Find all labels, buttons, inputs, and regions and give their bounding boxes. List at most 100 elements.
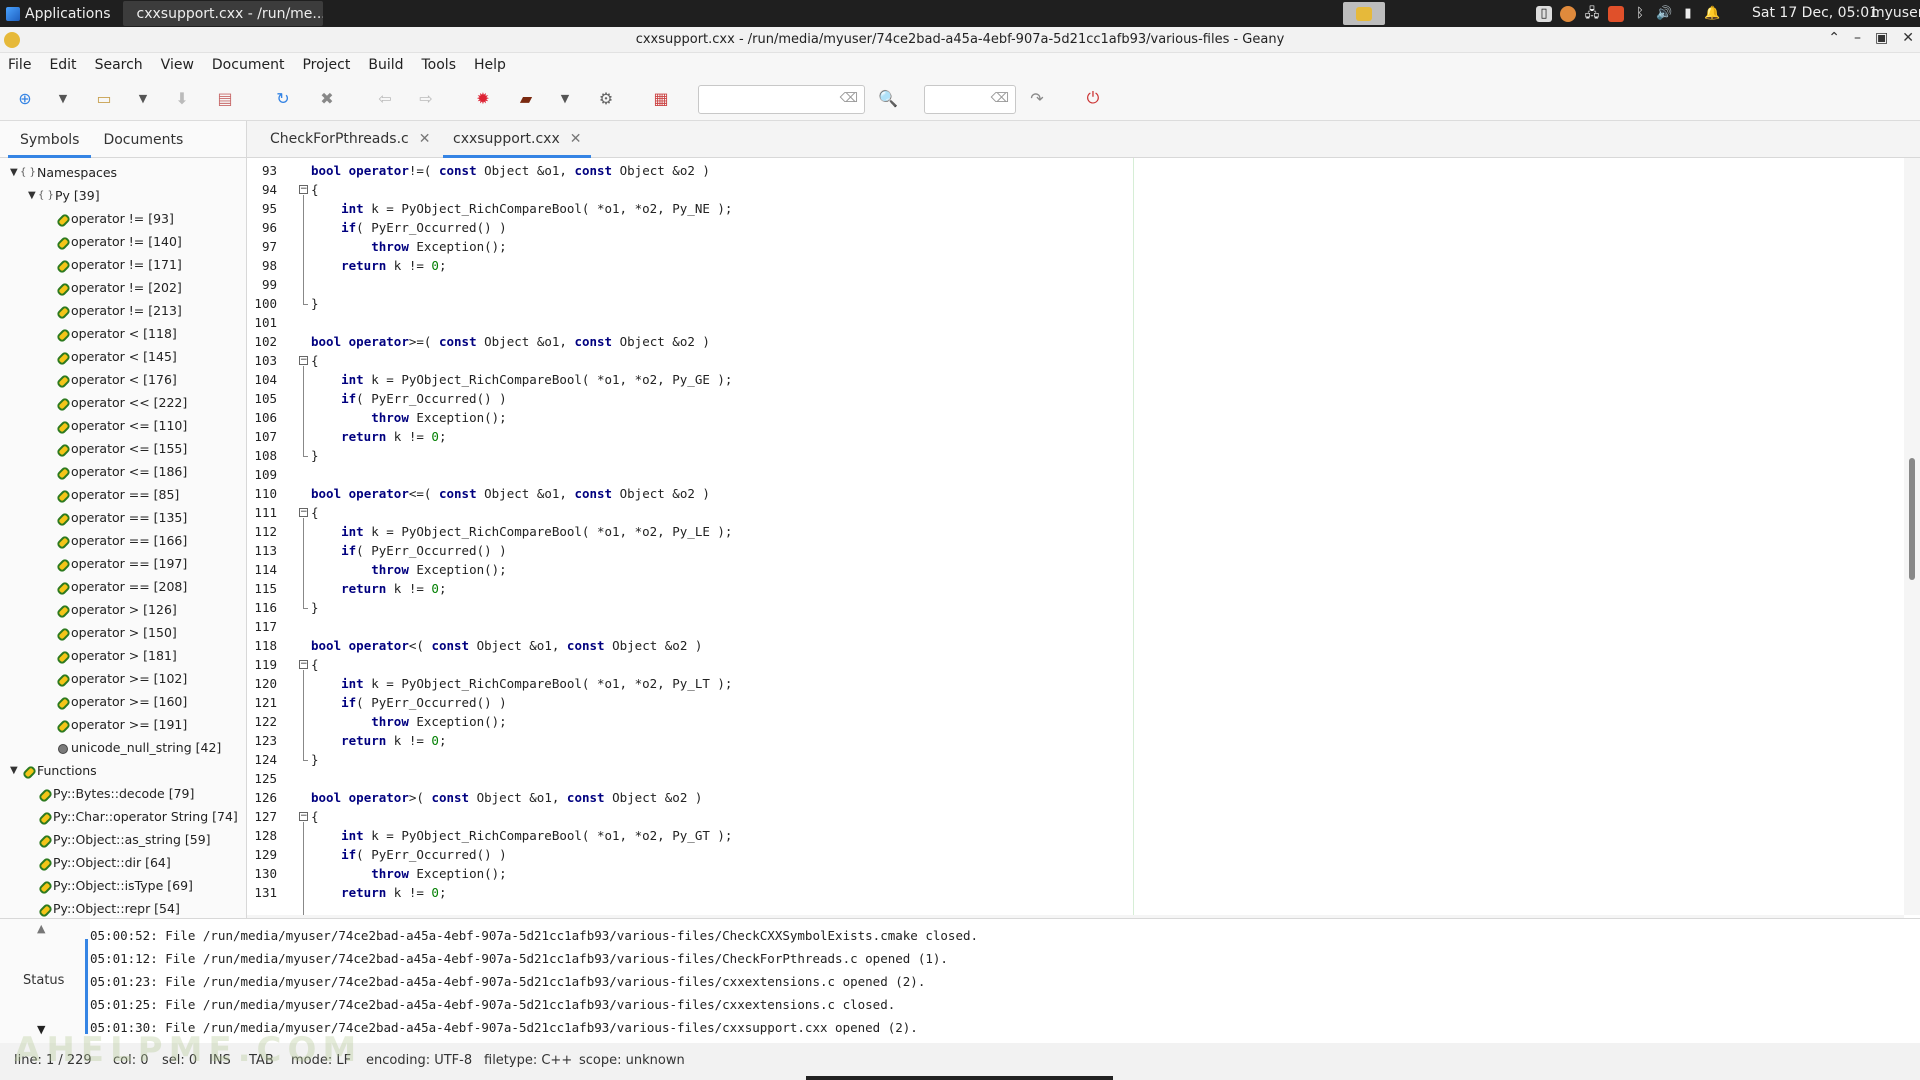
code-line[interactable]: if( PyErr_Occurred() ) bbox=[311, 845, 507, 864]
reload-icon[interactable]: ↻ bbox=[272, 87, 294, 109]
applications-menu[interactable]: Applications bbox=[0, 0, 117, 27]
recent-files-chevron-down-icon[interactable]: ▼ bbox=[132, 87, 154, 109]
fold-toggle-icon[interactable]: − bbox=[299, 812, 308, 821]
tree-item[interactable]: operator > [150] bbox=[56, 621, 177, 644]
menu-search[interactable]: Search bbox=[95, 57, 143, 73]
menu-file[interactable]: File bbox=[8, 57, 31, 73]
tree-item[interactable]: operator <= [186] bbox=[56, 460, 187, 483]
tree-item[interactable]: operator >= [191] bbox=[56, 713, 187, 736]
navigate-forward-icon[interactable]: ⇨ bbox=[415, 87, 437, 109]
scroll-up-icon[interactable]: ▲ bbox=[37, 922, 45, 935]
tree-item[interactable]: operator >= [102] bbox=[56, 667, 187, 690]
code-line[interactable]: bool operator<( const Object &o1, const … bbox=[311, 636, 702, 655]
close-file-icon[interactable]: ✖ bbox=[316, 87, 338, 109]
tree-item[interactable]: operator != [171] bbox=[56, 253, 182, 276]
tree-item[interactable]: operator > [126] bbox=[56, 598, 177, 621]
user-menu[interactable]: myuser bbox=[1871, 0, 1920, 27]
status-log[interactable]: 05:00:52: File /run/media/myuser/74ce2ba… bbox=[90, 919, 1920, 1044]
fold-toggle-icon[interactable]: − bbox=[299, 356, 308, 365]
updates-icon[interactable] bbox=[1560, 5, 1576, 22]
code-line[interactable]: { bbox=[311, 807, 319, 826]
tree-item[interactable]: operator < [145] bbox=[56, 345, 177, 368]
tree-item[interactable]: operator == [85] bbox=[56, 483, 179, 506]
code-line[interactable]: throw Exception(); bbox=[311, 712, 506, 731]
code-line[interactable]: if( PyErr_Occurred() ) bbox=[311, 693, 507, 712]
code-line[interactable]: throw Exception(); bbox=[311, 864, 506, 883]
code-line[interactable]: return k != 0; bbox=[311, 731, 446, 750]
tree-item[interactable]: operator == [197] bbox=[56, 552, 187, 575]
code-line[interactable]: if( PyErr_Occurred() ) bbox=[311, 541, 507, 560]
tree-item[interactable]: Py::Object::repr [54] bbox=[38, 897, 180, 918]
tree-item[interactable]: operator > [181] bbox=[56, 644, 177, 667]
compile-icon[interactable]: ✹ bbox=[472, 87, 494, 109]
battery-icon[interactable]: ▮ bbox=[1680, 6, 1696, 22]
tree-item[interactable]: operator < [118] bbox=[56, 322, 177, 345]
code-line[interactable]: int k = PyObject_RichCompareBool( *o1, *… bbox=[311, 199, 732, 218]
tree-item[interactable]: Py::Char::operator String [74] bbox=[38, 805, 238, 828]
tree-item[interactable]: ▼Namespaces bbox=[10, 161, 117, 184]
tab-cxxsupport[interactable]: cxxsupport.cxx ✕ bbox=[443, 121, 592, 158]
tree-item[interactable]: operator != [93] bbox=[56, 207, 174, 230]
search-icon[interactable]: 🔍 bbox=[877, 87, 899, 109]
tree-item[interactable]: Py::Object::as_string [59] bbox=[38, 828, 211, 851]
clipboard-icon[interactable]: ▯ bbox=[1536, 5, 1552, 22]
expander-chevron-down-icon[interactable]: ▼ bbox=[10, 759, 22, 782]
code-editor[interactable]: bool operator!=( const Object &o1, const… bbox=[309, 158, 1904, 915]
quit-icon[interactable]: ⏻ bbox=[1082, 87, 1104, 109]
code-line[interactable]: } bbox=[311, 446, 319, 465]
fold-toggle-icon[interactable]: − bbox=[299, 185, 308, 194]
code-line[interactable]: int k = PyObject_RichCompareBool( *o1, *… bbox=[311, 370, 732, 389]
menu-document[interactable]: Document bbox=[212, 57, 285, 73]
close-icon[interactable]: ✕ bbox=[1902, 30, 1914, 46]
menu-build[interactable]: Build bbox=[368, 57, 403, 73]
log-line[interactable]: 05:01:23: File /run/media/myuser/74ce2ba… bbox=[90, 970, 925, 993]
code-line[interactable]: if( PyErr_Occurred() ) bbox=[311, 389, 507, 408]
tree-item[interactable]: operator != [202] bbox=[56, 276, 182, 299]
save-icon[interactable]: ⬇ bbox=[171, 87, 193, 109]
tree-item[interactable]: operator != [140] bbox=[56, 230, 182, 253]
tree-item[interactable]: ▼Py [39] bbox=[28, 184, 100, 207]
code-line[interactable]: int k = PyObject_RichCompareBool( *o1, *… bbox=[311, 826, 732, 845]
code-line[interactable]: { bbox=[311, 180, 319, 199]
new-from-template-chevron-down-icon[interactable]: ▼ bbox=[52, 87, 74, 109]
tab-status[interactable]: Status bbox=[23, 973, 64, 988]
shield-icon[interactable] bbox=[1608, 5, 1624, 22]
code-line[interactable]: throw Exception(); bbox=[311, 560, 506, 579]
code-line[interactable]: { bbox=[311, 351, 319, 370]
code-line[interactable]: } bbox=[311, 294, 319, 313]
log-line[interactable]: 05:01:25: File /run/media/myuser/74ce2ba… bbox=[90, 993, 895, 1016]
tree-item[interactable]: Py::Bytes::decode [79] bbox=[38, 782, 194, 805]
notification-bell-icon[interactable]: 🔔 bbox=[1704, 6, 1720, 22]
tree-item[interactable]: ▼ Functions bbox=[10, 759, 97, 782]
code-line[interactable]: bool operator<=( const Object &o1, const… bbox=[311, 484, 710, 503]
search-input[interactable]: ⌫ bbox=[698, 85, 865, 114]
tab-symbols[interactable]: Symbols bbox=[8, 132, 92, 158]
code-line[interactable]: bool operator>=( const Object &o1, const… bbox=[311, 332, 710, 351]
tree-item[interactable]: operator <= [110] bbox=[56, 414, 187, 437]
clear-goto-icon[interactable]: ⌫ bbox=[991, 91, 1009, 106]
shade-icon[interactable]: ⌃ bbox=[1828, 30, 1840, 46]
close-tab-icon[interactable]: ✕ bbox=[419, 131, 431, 147]
menu-tools[interactable]: Tools bbox=[422, 57, 457, 73]
code-line[interactable]: if( PyErr_Occurred() ) bbox=[311, 218, 507, 237]
new-file-icon[interactable]: ⊕ bbox=[14, 87, 36, 109]
code-line[interactable]: { bbox=[311, 503, 319, 522]
clock[interactable]: Sat 17 Dec, 05:01 bbox=[1752, 0, 1878, 27]
close-tab-icon[interactable]: ✕ bbox=[570, 131, 582, 147]
vertical-scrollbar[interactable] bbox=[1904, 158, 1920, 915]
workspace-switcher[interactable] bbox=[1343, 2, 1385, 25]
fold-toggle-icon[interactable]: − bbox=[299, 660, 308, 669]
build-options-chevron-down-icon[interactable]: ▼ bbox=[554, 87, 576, 109]
menu-edit[interactable]: Edit bbox=[49, 57, 76, 73]
menu-help[interactable]: Help bbox=[474, 57, 506, 73]
clear-search-icon[interactable]: ⌫ bbox=[840, 91, 858, 106]
window-titlebar[interactable]: cxxsupport.cxx - /run/media/myuser/74ce2… bbox=[0, 27, 1920, 53]
save-all-icon[interactable]: ▤ bbox=[214, 87, 236, 109]
code-line[interactable]: int k = PyObject_RichCompareBool( *o1, *… bbox=[311, 674, 732, 693]
color-chooser-icon[interactable]: ▦ bbox=[650, 87, 672, 109]
tree-item[interactable]: operator >= [160] bbox=[56, 690, 187, 713]
build-icon[interactable]: ▰ bbox=[515, 87, 537, 109]
bluetooth-icon[interactable]: ᛒ bbox=[1632, 6, 1648, 22]
tab-documents[interactable]: Documents bbox=[91, 132, 195, 157]
tree-item[interactable]: operator << [222] bbox=[56, 391, 187, 414]
